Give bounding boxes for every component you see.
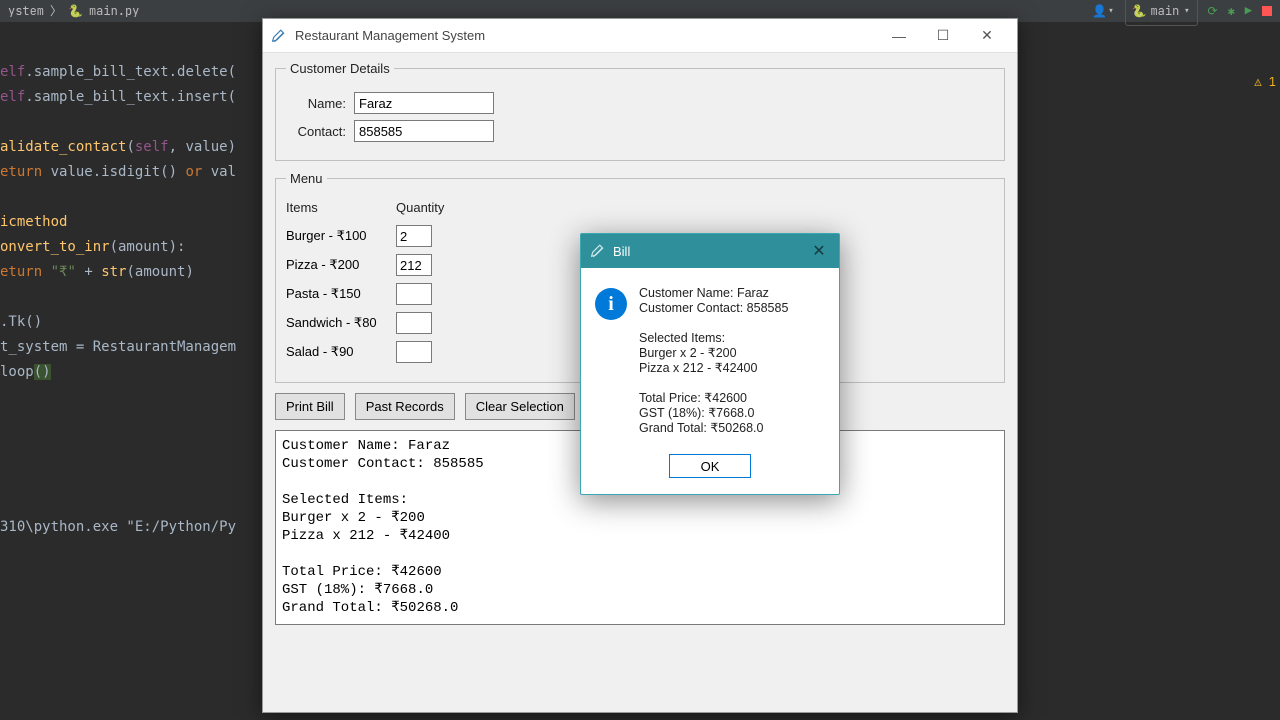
app-titlebar[interactable]: Restaurant Management System — ☐ ✕	[263, 19, 1017, 53]
bill-dialog: Bill ✕ i Customer Name: Faraz Customer C…	[580, 233, 840, 495]
dialog-title: Bill	[613, 244, 630, 259]
item-label: Burger - ₹100	[286, 228, 396, 244]
tab-filename[interactable]: main.py	[89, 0, 139, 24]
clear-selection-button[interactable]: Clear Selection	[465, 393, 575, 420]
qty-input-salad[interactable]	[396, 341, 432, 363]
name-input[interactable]	[354, 92, 494, 114]
app-title: Restaurant Management System	[295, 28, 485, 43]
menu-legend: Menu	[286, 171, 327, 186]
header-quantity: Quantity	[396, 200, 444, 215]
item-label: Pasta - ₹150	[286, 286, 396, 302]
contact-input[interactable]	[354, 120, 494, 142]
stop-icon[interactable]	[1262, 6, 1272, 16]
python-file-icon: 🐍	[68, 0, 83, 24]
warning-badge[interactable]: ⚠ 1	[1254, 70, 1276, 95]
customer-details-legend: Customer Details	[286, 61, 394, 76]
chevron-down-icon: ▾	[1183, 0, 1190, 24]
item-label: Salad - ₹90	[286, 344, 396, 360]
dialog-message: Customer Name: Faraz Customer Contact: 8…	[639, 286, 788, 436]
contact-label: Contact:	[286, 124, 346, 139]
breadcrumb-sep: 〉	[50, 0, 62, 24]
breadcrumb-tail: ystem	[8, 0, 44, 24]
header-items: Items	[286, 200, 396, 215]
customer-details-group: Customer Details Name: Contact:	[275, 61, 1005, 161]
qty-input-sandwich[interactable]	[396, 312, 432, 334]
maximize-button[interactable]: ☐	[921, 21, 965, 51]
debug-icon[interactable]: ✱	[1228, 0, 1235, 24]
editor-code[interactable]: elf.sample_bill_text.delete( elf.sample_…	[0, 60, 260, 385]
qty-input-burger[interactable]	[396, 225, 432, 247]
run-config-name: main	[1150, 0, 1179, 24]
close-button[interactable]: ✕	[965, 21, 1009, 51]
dialog-titlebar[interactable]: Bill ✕	[581, 234, 839, 268]
info-icon: i	[595, 288, 627, 320]
past-records-button[interactable]: Past Records	[355, 393, 455, 420]
dialog-close-button[interactable]: ✕	[809, 241, 829, 261]
run-icon[interactable]: ▶	[1245, 0, 1252, 24]
tk-feather-icon	[591, 244, 605, 258]
item-label: Pizza - ₹200	[286, 257, 396, 273]
python-icon: 🐍	[1132, 0, 1147, 24]
tk-feather-icon	[271, 28, 287, 44]
name-label: Name:	[286, 96, 346, 111]
item-label: Sandwich - ₹80	[286, 315, 396, 331]
user-icon[interactable]: 👤▾	[1092, 0, 1114, 24]
minimize-button[interactable]: —	[877, 21, 921, 51]
qty-input-pizza[interactable]	[396, 254, 432, 276]
rerun-icon[interactable]: ⟳	[1208, 0, 1218, 24]
ok-button[interactable]: OK	[669, 454, 751, 478]
run-config-dropdown[interactable]: 🐍 main ▾	[1125, 0, 1198, 26]
print-bill-button[interactable]: Print Bill	[275, 393, 345, 420]
qty-input-pasta[interactable]	[396, 283, 432, 305]
console-output: 310\python.exe "E:/Python/Py	[0, 515, 236, 540]
